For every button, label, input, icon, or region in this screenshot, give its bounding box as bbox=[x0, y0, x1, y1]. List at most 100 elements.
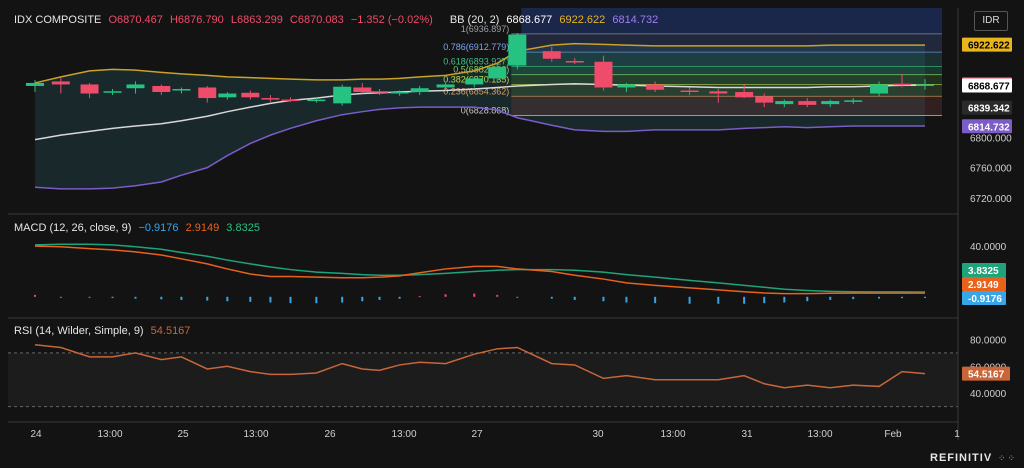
fib-zone bbox=[511, 52, 942, 67]
macd-hist-bar bbox=[783, 296, 786, 303]
macd-hist-bar bbox=[901, 296, 904, 299]
bb-mid-value: 6868.677 bbox=[506, 14, 553, 26]
macd-signal-value: 2.9149 bbox=[185, 222, 220, 234]
candle-body bbox=[893, 83, 912, 86]
price-badge-label: 6868.677 bbox=[968, 81, 1010, 92]
candle-body bbox=[755, 96, 774, 103]
macd-badge: 3.8325 bbox=[962, 263, 1006, 277]
macd-hist-bar bbox=[398, 296, 401, 299]
candle-body bbox=[241, 92, 260, 98]
rsi-badge: 54.5167 bbox=[962, 366, 1010, 381]
price-axis: 6800.000 6760.000 6720.000 bbox=[970, 133, 1012, 205]
rsi-badges: 54.5167 bbox=[962, 366, 1010, 381]
candle-body bbox=[126, 84, 145, 89]
rsi-badge-label: 54.5167 bbox=[968, 370, 1005, 381]
macd-hist-bar bbox=[206, 296, 209, 301]
time-tick-label: 31 bbox=[741, 429, 753, 440]
low-value: L6863.299 bbox=[230, 14, 283, 26]
candle-body bbox=[735, 92, 754, 98]
macd-hist-bar bbox=[688, 296, 691, 304]
fib-zone bbox=[511, 96, 942, 116]
time-tick-label: 26 bbox=[324, 429, 336, 440]
candle-body bbox=[218, 93, 237, 98]
macd-label[interactable]: MACD (12, 26, close, 9) bbox=[14, 222, 131, 234]
fib-level-label: 0.786(6912.779) bbox=[443, 42, 509, 52]
brand-logo: REFINITIV bbox=[930, 452, 993, 464]
macd-badge: -0.9176 bbox=[962, 291, 1006, 305]
macd-hist-bar bbox=[289, 296, 292, 304]
macd-hist-bar bbox=[852, 296, 855, 300]
macd-hist-bar bbox=[717, 296, 720, 304]
bb-label[interactable]: BB (20, 2) bbox=[450, 14, 500, 26]
macd-hist-bar bbox=[160, 296, 163, 300]
time-tick-label: 1 bbox=[954, 429, 960, 440]
candle bbox=[508, 33, 527, 70]
time-tick-label: 13:00 bbox=[97, 429, 122, 440]
macd-badge: 2.9149 bbox=[962, 277, 1006, 291]
macd-hist-bar bbox=[654, 296, 657, 304]
candle-body bbox=[436, 84, 455, 88]
macd-hist-bar bbox=[249, 296, 252, 302]
time-tick-label: 25 bbox=[177, 429, 189, 440]
macd-hist-bar bbox=[34, 294, 36, 297]
macd-hist-bar bbox=[88, 296, 91, 298]
macd-hist-bar bbox=[111, 296, 114, 299]
macd-hist-bar bbox=[743, 296, 746, 304]
macd-hist-value: 3.8325 bbox=[226, 222, 260, 234]
candle-body bbox=[680, 90, 699, 93]
macd-hist-bar bbox=[602, 296, 605, 302]
time-tick-label: Feb bbox=[884, 429, 902, 440]
candle-body bbox=[617, 84, 636, 88]
macd-hist-bar bbox=[361, 296, 364, 302]
macd-hist-bar bbox=[378, 296, 381, 300]
price-badge-label: 6839.342 bbox=[968, 104, 1010, 115]
candle-body bbox=[646, 84, 665, 90]
macd-legend: MACD (12, 26, close, 9) −0.9176 2.9149 3… bbox=[14, 222, 264, 234]
bb-upper-value: 6922.622 bbox=[559, 14, 606, 26]
macd-badge-label: 3.8325 bbox=[968, 266, 999, 277]
rsi-tick-label: 80.0000 bbox=[970, 335, 1007, 346]
change-value: −1.352 (−0.02%) bbox=[350, 14, 433, 26]
macd-hist-bar bbox=[473, 293, 476, 297]
candle-body bbox=[798, 101, 817, 105]
candle-body bbox=[844, 100, 863, 102]
currency-selector[interactable]: IDR bbox=[974, 11, 1008, 31]
price-badge-label: 6814.732 bbox=[968, 122, 1010, 133]
rsi-pane[interactable] bbox=[8, 344, 958, 408]
symbol-name[interactable]: IDX COMPOSITE bbox=[14, 14, 101, 26]
candle-body bbox=[488, 67, 507, 79]
price-badge: 6814.732 bbox=[962, 119, 1012, 134]
macd-hist-bar bbox=[59, 296, 62, 298]
time-tick-label: 13:00 bbox=[807, 429, 832, 440]
candle bbox=[333, 84, 352, 106]
fib-zone bbox=[511, 74, 942, 85]
macd-hist-bar bbox=[496, 294, 499, 297]
candle-body bbox=[281, 99, 300, 102]
chart-canvas[interactable]: 1(6936.897)0.786(6912.779)0.618(6893.927… bbox=[0, 0, 1024, 468]
candle-body bbox=[821, 101, 840, 105]
price-legend: IDX COMPOSITE O6870.467 H6876.790 L6863.… bbox=[14, 14, 662, 26]
candle-body bbox=[709, 91, 728, 94]
macd-hist-bar bbox=[269, 296, 272, 303]
rsi-tick-label: 40.0000 bbox=[970, 389, 1007, 400]
price-badge: 6922.622 bbox=[962, 37, 1012, 52]
rsi-legend: RSI (14, Wilder, Simple, 9) 54.5167 bbox=[14, 325, 194, 337]
macd-hist-bar bbox=[341, 296, 344, 303]
candle-body bbox=[333, 86, 352, 104]
candle-body bbox=[542, 51, 561, 59]
time-tick-label: 13:00 bbox=[391, 429, 416, 440]
macd-hist-bar bbox=[625, 296, 628, 303]
fib-zone bbox=[511, 66, 942, 75]
candle-body bbox=[152, 85, 171, 93]
rsi-label[interactable]: RSI (14, Wilder, Simple, 9) bbox=[14, 325, 144, 337]
candle-body bbox=[51, 81, 70, 85]
price-badge: 6839.342 bbox=[962, 100, 1012, 115]
macd-hist-bar bbox=[550, 296, 553, 299]
open-value: O6870.467 bbox=[108, 14, 163, 26]
macd-badges: 3.8325 2.9149 -0.9176 bbox=[962, 263, 1006, 305]
macd-hist-bar bbox=[134, 296, 137, 299]
high-value: H6876.790 bbox=[169, 14, 224, 26]
macd-hist-bar bbox=[315, 296, 318, 304]
candle-body bbox=[594, 61, 613, 88]
time-tick-label: 24 bbox=[30, 429, 42, 440]
